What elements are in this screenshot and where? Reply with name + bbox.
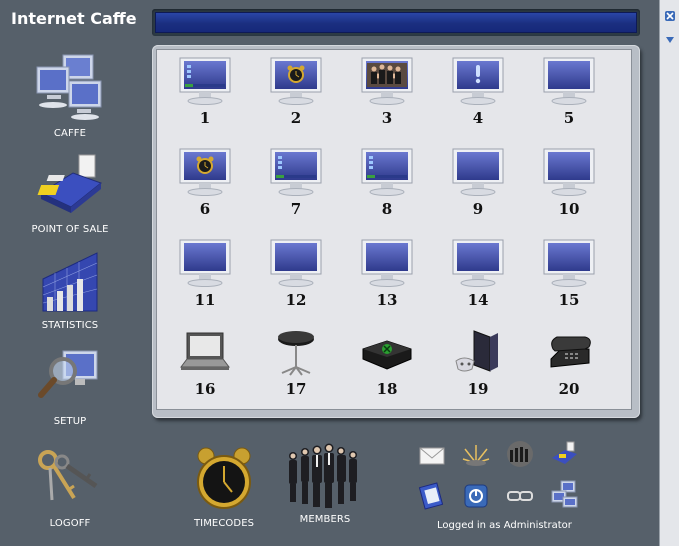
telephone-icon bbox=[541, 327, 597, 377]
monitor-icon bbox=[541, 147, 597, 197]
station-7[interactable]: 7 bbox=[256, 147, 336, 227]
laptop-icon bbox=[177, 327, 233, 377]
sidebar-item-label: CAFFE bbox=[53, 128, 87, 139]
logoff-button[interactable]: LOGOFF bbox=[30, 446, 110, 529]
station-number: 4 bbox=[472, 109, 484, 127]
timecodes-button[interactable]: TIMECODES bbox=[184, 446, 264, 529]
table-icon bbox=[268, 327, 324, 377]
magnifier-monitor-icon bbox=[30, 340, 110, 412]
station-number: 9 bbox=[472, 200, 484, 218]
bar-chart-icon bbox=[30, 244, 110, 316]
network-icon[interactable] bbox=[549, 480, 579, 508]
station-6[interactable]: 6 bbox=[165, 147, 245, 227]
station-2[interactable]: 2 bbox=[256, 56, 336, 136]
monitor-icon bbox=[268, 238, 324, 288]
arrow-down-icon[interactable] bbox=[664, 34, 676, 46]
keys-icon bbox=[34, 446, 106, 514]
alarm-clock-icon bbox=[192, 446, 256, 514]
station-number: 13 bbox=[376, 291, 398, 309]
station-15[interactable]: 15 bbox=[529, 238, 609, 318]
station-16[interactable]: 16 bbox=[165, 327, 245, 407]
station-9[interactable]: 9 bbox=[438, 147, 518, 227]
sidebar-item-label: POINT OF SALE bbox=[31, 224, 109, 235]
station-5[interactable]: 5 bbox=[529, 56, 609, 136]
mail-icon[interactable] bbox=[417, 442, 447, 470]
crowd-icon[interactable] bbox=[505, 440, 535, 468]
timecodes-label: TIMECODES bbox=[193, 518, 255, 529]
sparkle-icon[interactable] bbox=[461, 440, 491, 468]
sidebar-item-label: STATISTICS bbox=[41, 320, 99, 331]
monitor-icon bbox=[268, 147, 324, 197]
station-number: 7 bbox=[290, 200, 302, 218]
station-number: 18 bbox=[376, 380, 398, 398]
monitor-icon bbox=[177, 238, 233, 288]
station-13[interactable]: 13 bbox=[347, 238, 427, 318]
members-button[interactable]: MEMBERS bbox=[280, 438, 370, 525]
station-number: 10 bbox=[558, 200, 580, 218]
monitor-icon bbox=[359, 238, 415, 288]
station-number: 12 bbox=[285, 291, 307, 309]
station-3[interactable]: 3 bbox=[347, 56, 427, 136]
playstation-icon bbox=[450, 327, 506, 377]
station-10[interactable]: 10 bbox=[529, 147, 609, 227]
right-toolbar bbox=[659, 0, 679, 546]
station-14[interactable]: 14 bbox=[438, 238, 518, 318]
cash-register-small-icon[interactable] bbox=[549, 440, 579, 468]
notepad-icon[interactable] bbox=[417, 482, 447, 510]
station-number: 2 bbox=[290, 109, 302, 127]
members-label: MEMBERS bbox=[299, 514, 351, 525]
station-number: 20 bbox=[558, 380, 580, 398]
sidebar-item-point-of-sale[interactable]: POINT OF SALE bbox=[14, 148, 126, 240]
cash-register-icon bbox=[30, 148, 110, 220]
monitor-icon bbox=[268, 56, 324, 106]
station-8[interactable]: 8 bbox=[347, 147, 427, 227]
status-bar-fill bbox=[155, 12, 637, 33]
station-number: 8 bbox=[381, 200, 393, 218]
sidebar-item-setup[interactable]: SETUP bbox=[14, 340, 126, 432]
station-number: 15 bbox=[558, 291, 580, 309]
monitor-icon bbox=[450, 147, 506, 197]
monitor-icon bbox=[177, 56, 233, 106]
chain-link-icon[interactable] bbox=[505, 482, 535, 510]
monitor-icon bbox=[541, 56, 597, 106]
station-number: 14 bbox=[467, 291, 489, 309]
station-number: 17 bbox=[285, 380, 307, 398]
station-19[interactable]: 19 bbox=[438, 327, 518, 407]
station-number: 3 bbox=[381, 109, 393, 127]
status-bar bbox=[152, 9, 640, 36]
sidebar-item-caffe[interactable]: CAFFE bbox=[14, 52, 126, 144]
sidebar-item-statistics[interactable]: STATISTICS bbox=[14, 244, 126, 336]
stations-panel-frame: 1 2 3 4 5 6 7 8 9 10 11 12 13 14 15 16 1… bbox=[152, 45, 640, 418]
monitor-icon bbox=[359, 147, 415, 197]
station-number: 5 bbox=[563, 109, 575, 127]
power-icon[interactable] bbox=[461, 482, 491, 510]
station-1[interactable]: 1 bbox=[165, 56, 245, 136]
monitor-icon bbox=[177, 147, 233, 197]
station-number: 19 bbox=[467, 380, 489, 398]
station-number: 6 bbox=[199, 200, 211, 218]
stations-panel: 1 2 3 4 5 6 7 8 9 10 11 12 13 14 15 16 1… bbox=[156, 49, 632, 410]
station-11[interactable]: 11 bbox=[165, 238, 245, 318]
app-title: Internet Caffe bbox=[11, 9, 137, 28]
station-number: 1 bbox=[199, 109, 211, 127]
station-number: 11 bbox=[194, 291, 216, 309]
station-4[interactable]: 4 bbox=[438, 56, 518, 136]
station-18[interactable]: 18 bbox=[347, 327, 427, 407]
monitor-icon bbox=[359, 56, 415, 106]
station-12[interactable]: 12 bbox=[256, 238, 336, 318]
monitor-icon bbox=[541, 238, 597, 288]
station-17[interactable]: 17 bbox=[256, 327, 336, 407]
sidebar-item-label: SETUP bbox=[53, 416, 87, 427]
login-status: Logged in as Administrator bbox=[437, 520, 572, 531]
station-number: 16 bbox=[194, 380, 216, 398]
logoff-label: LOGOFF bbox=[49, 518, 91, 529]
monitor-icon bbox=[450, 238, 506, 288]
game-console-icon bbox=[359, 327, 415, 377]
monitor-icon bbox=[450, 56, 506, 106]
minimize-icon[interactable] bbox=[664, 10, 676, 22]
computers-icon bbox=[30, 52, 110, 124]
people-group-icon bbox=[283, 438, 367, 514]
station-20[interactable]: 20 bbox=[529, 327, 609, 407]
